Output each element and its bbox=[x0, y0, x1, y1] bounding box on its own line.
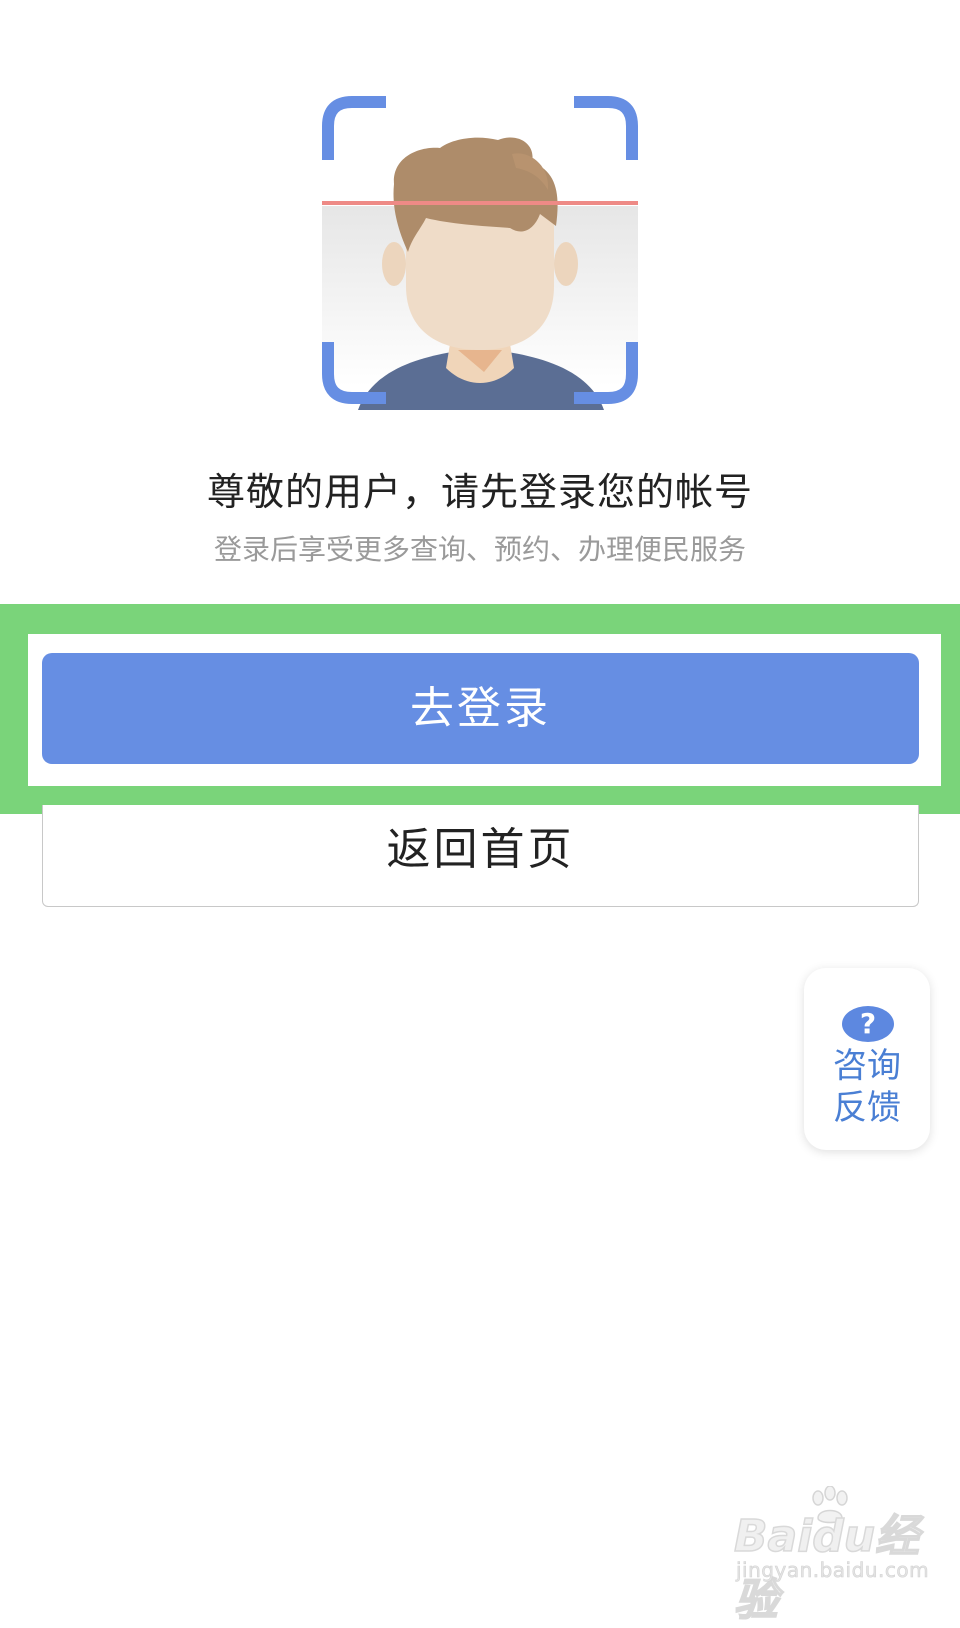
feedback-label-line1: 咨询 bbox=[833, 1046, 901, 1086]
question-icon: ? bbox=[842, 1006, 894, 1042]
login-prompt-subtitle: 登录后享受更多查询、预约、办理便民服务 bbox=[213, 533, 746, 566]
feedback-label-line2: 反馈 bbox=[833, 1088, 901, 1128]
back-to-home-button[interactable]: 返回首页 bbox=[42, 805, 919, 907]
face-scan-avatar-icon bbox=[322, 96, 638, 410]
login-prompt-title: 尊敬的用户，请先登录您的帐号 bbox=[206, 470, 753, 514]
watermark-url: jingyan.baidu.com bbox=[736, 1558, 930, 1583]
login-button[interactable]: 去登录 bbox=[42, 653, 919, 764]
baidu-jingyan-watermark: Baidu经验 jingyan.baidu.com bbox=[730, 1486, 930, 1627]
